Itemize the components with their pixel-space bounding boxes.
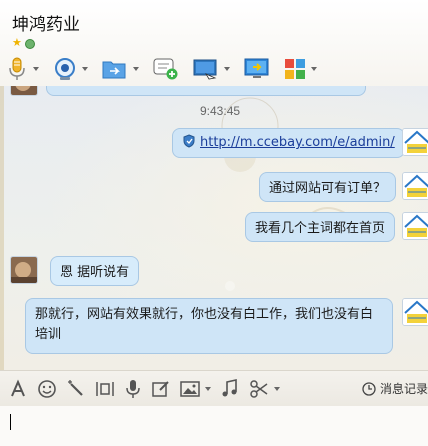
company-logo-icon — [403, 213, 428, 239]
magic-button[interactable] — [66, 379, 86, 399]
create-discussion-button[interactable] — [153, 57, 179, 81]
company-logo-icon — [403, 299, 428, 325]
send-file-button[interactable] — [102, 58, 139, 80]
shield-icon — [183, 134, 195, 148]
voice-message-icon — [126, 379, 140, 398]
message-bubble-outgoing: http://m.ccebay.com/e/admin/ — [172, 128, 405, 158]
magic-wand-icon — [68, 379, 83, 396]
history-label: 消息记录 — [379, 382, 428, 396]
company-logo-icon — [403, 173, 428, 199]
remote-assist-button[interactable] — [193, 57, 230, 81]
apps-grid-icon — [285, 59, 305, 79]
microphone-icon — [9, 57, 25, 80]
chevron-down-icon — [224, 67, 230, 71]
message-bubble-outgoing: 我看几个主词都在首页 — [245, 212, 396, 242]
scissors-icon — [250, 379, 268, 398]
video-call-button[interactable] — [53, 57, 88, 81]
emoji-icon — [38, 379, 56, 398]
my-avatar[interactable] — [402, 172, 428, 200]
message-history-button[interactable]: 消息记录 — [362, 380, 428, 397]
webcam-icon — [55, 58, 75, 80]
image-icon — [180, 380, 200, 397]
edit-button[interactable] — [151, 379, 171, 399]
message-link[interactable]: http://m.ccebay.com/e/admin/ — [200, 135, 395, 150]
star-icon[interactable]: ★ — [12, 38, 22, 49]
message-text: 那就行，网站有效果就行，你也没有白工作，我们也没有白培训 — [35, 307, 374, 342]
share-screen-button[interactable] — [244, 57, 270, 81]
message-text: 恩 据听说有 — [60, 265, 130, 280]
chevron-down-icon — [82, 67, 88, 71]
music-icon — [222, 378, 237, 396]
message-timestamp: 9:43:45 — [200, 104, 241, 118]
chevron-down-icon — [205, 386, 211, 391]
voice-message-button[interactable] — [124, 379, 142, 399]
status-row: ★ — [12, 38, 35, 49]
message-text: 通过网站可有订单？ — [269, 181, 387, 196]
online-status-icon[interactable] — [24, 38, 35, 49]
chevron-down-icon — [33, 67, 39, 71]
my-avatar[interactable] — [402, 128, 428, 156]
chat-window: 坤鸿药业 ★ 9:43:45 http://m.ccebay.com/e/adm… — [0, 0, 428, 446]
message-bubble-partial — [46, 86, 366, 96]
my-avatar[interactable] — [402, 212, 428, 240]
screen-share-icon — [244, 58, 269, 78]
message-area[interactable]: 9:43:45 http://m.ccebay.com/e/admin/ 通过网… — [0, 86, 428, 370]
company-logo-icon — [403, 129, 428, 155]
music-button[interactable] — [220, 378, 240, 399]
folder-transfer-icon — [102, 61, 126, 79]
message-text: 我看几个主词都在首页 — [255, 221, 386, 236]
screenshot-button[interactable] — [95, 379, 115, 399]
header-toolbar — [6, 56, 331, 82]
message-bubble-outgoing: 通过网站可有订单？ — [259, 172, 397, 202]
message-bubble-incoming: 恩 据听说有 — [50, 256, 140, 286]
contact-name: 坤鸿药业 — [12, 15, 80, 35]
contact-avatar[interactable] — [10, 86, 38, 96]
chat-add-icon — [153, 58, 178, 80]
avatar — [11, 257, 37, 283]
input-toolbar: 消息记录 — [0, 370, 428, 406]
edit-icon — [152, 380, 169, 397]
voice-call-button[interactable] — [6, 57, 39, 81]
apps-button[interactable] — [284, 58, 317, 80]
contact-avatar[interactable] — [10, 256, 38, 284]
emoji-button[interactable] — [37, 379, 57, 399]
chevron-down-icon — [133, 67, 139, 71]
font-icon — [11, 378, 25, 396]
chevron-down-icon — [274, 386, 280, 391]
cut-button[interactable] — [249, 379, 280, 399]
image-button[interactable] — [180, 379, 211, 399]
my-avatar[interactable] — [402, 298, 428, 326]
avatar — [11, 86, 37, 95]
screenshot-icon — [96, 381, 114, 396]
font-button[interactable] — [8, 378, 28, 399]
chat-header: 坤鸿药业 ★ — [0, 0, 428, 86]
clock-icon — [362, 381, 376, 396]
message-bubble-outgoing: 那就行，网站有效果就行，你也没有白工作，我们也没有白培训 — [25, 298, 393, 354]
text-cursor — [10, 414, 11, 430]
remote-desktop-icon — [193, 59, 217, 80]
message-input[interactable] — [0, 406, 428, 446]
chevron-down-icon — [311, 67, 317, 71]
